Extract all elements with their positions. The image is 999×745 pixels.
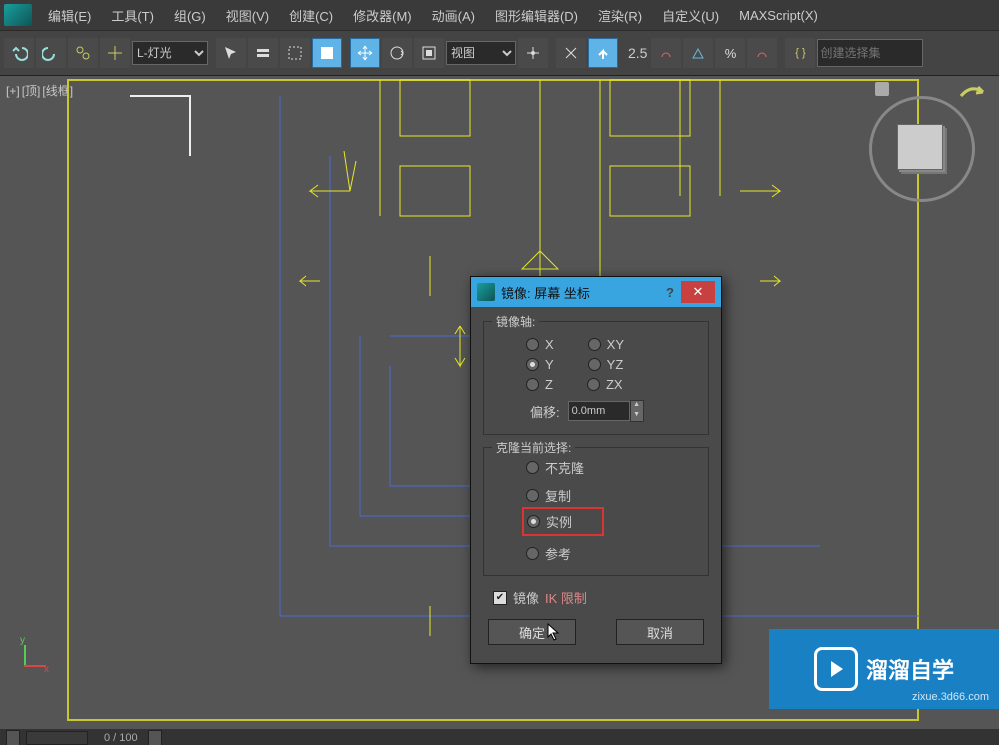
menu-group[interactable]: 组(G) (164, 2, 216, 29)
rotate-button[interactable] (382, 38, 412, 68)
axis-x-radio[interactable]: X (526, 337, 554, 352)
menu-tools[interactable]: 工具(T) (101, 2, 164, 29)
menu-graph[interactable]: 图形编辑器(D) (485, 2, 588, 29)
main-toolbar: L-灯光 视图 2.5 % { } (0, 31, 999, 76)
play-icon (814, 647, 858, 691)
percent-snap-button[interactable]: % (715, 38, 745, 68)
move-button[interactable] (350, 38, 380, 68)
coord-system[interactable]: 视图 (446, 41, 516, 65)
menu-anim[interactable]: 动画(A) (422, 2, 485, 29)
unlink-button[interactable] (100, 38, 130, 68)
dialog-titlebar[interactable]: 镜像: 屏幕 坐标 ? ✕ (471, 277, 721, 307)
link-button[interactable] (68, 38, 98, 68)
menu-render[interactable]: 渲染(R) (588, 2, 652, 29)
clone-group-label: 克隆当前选择: (492, 439, 575, 456)
help-button[interactable]: ? (659, 285, 681, 300)
mirror-dialog: 镜像: 屏幕 坐标 ? ✕ 镜像轴: X XY Y YZ Z ZX (470, 276, 722, 664)
axis-gizmo: yx (12, 639, 52, 679)
offset-label: 偏移: (530, 402, 560, 421)
menu-bar: 编辑(E) 工具(T) 组(G) 视图(V) 创建(C) 修改器(M) 动画(A… (0, 0, 999, 31)
menu-view[interactable]: 视图(V) (216, 2, 279, 29)
cursor-icon (547, 623, 561, 641)
offset-input[interactable] (568, 401, 630, 421)
scale-button[interactable] (414, 38, 444, 68)
select-button[interactable] (216, 38, 246, 68)
instance-highlight: 实例 (522, 507, 604, 536)
time-slider[interactable] (26, 731, 88, 745)
selection-set-input[interactable] (817, 39, 923, 67)
orbit-arrow-icon[interactable] (957, 82, 987, 102)
clone-copy-radio[interactable]: 复制 (526, 486, 696, 505)
scroll-left[interactable] (6, 730, 20, 745)
app-icon (477, 283, 495, 301)
snap-value: 2.5 (626, 45, 649, 61)
axis-yz-radio[interactable]: YZ (588, 357, 624, 372)
axis-xy-radio[interactable]: XY (588, 337, 624, 352)
snap-toggle-a[interactable] (651, 38, 681, 68)
mirror-axis-group: 镜像轴: X XY Y YZ Z ZX 偏移: ▲▼ (483, 321, 709, 435)
clone-none-radio[interactable]: 不克隆 (526, 458, 696, 477)
menu-create[interactable]: 创建(C) (279, 2, 343, 29)
mirror-ik-label-b: IK 限制 (545, 588, 587, 607)
lock-icon[interactable] (875, 82, 889, 96)
status-bar: 0 / 100 (0, 729, 999, 745)
menu-maxscript[interactable]: MAXScript(X) (729, 4, 828, 27)
select-region-button[interactable] (280, 38, 310, 68)
clone-group: 克隆当前选择: 不克隆 复制 实例 参考 (483, 447, 709, 576)
named-sel-button[interactable]: { } (785, 38, 815, 68)
mirror-ik-label-a: 镜像 (513, 588, 539, 607)
dialog-title: 镜像: 屏幕 坐标 (501, 283, 590, 302)
viewport[interactable]: [+][顶][线框] yx 溜溜自学 zixue.3d66.com (0, 76, 999, 729)
scroll-right[interactable] (148, 730, 162, 745)
keyboard-shortcut-button[interactable] (588, 38, 618, 68)
redo-button[interactable] (36, 38, 66, 68)
menu-edit[interactable]: 编辑(E) (38, 2, 101, 29)
clone-instance-radio[interactable]: 实例 (527, 512, 572, 531)
menu-modifier[interactable]: 修改器(M) (343, 2, 422, 29)
ok-button[interactable]: 确定 (488, 619, 576, 645)
axis-group-label: 镜像轴: (492, 313, 539, 330)
view-cube[interactable] (869, 96, 969, 196)
pivot-button[interactable] (518, 38, 548, 68)
axis-y-radio[interactable]: Y (526, 357, 554, 372)
manip-button[interactable] (556, 38, 586, 68)
clone-reference-radio[interactable]: 参考 (526, 544, 696, 563)
snap-toggle-b[interactable] (747, 38, 777, 68)
axis-z-radio[interactable]: Z (526, 377, 553, 392)
selection-filter[interactable]: L-灯光 (132, 41, 208, 65)
frame-counter: 0 / 100 (94, 732, 148, 744)
undo-button[interactable] (4, 38, 34, 68)
app-logo (4, 4, 32, 26)
cancel-button[interactable]: 取消 (616, 619, 704, 645)
watermark: 溜溜自学 zixue.3d66.com (769, 629, 999, 709)
offset-spinner[interactable]: ▲▼ (568, 400, 644, 422)
watermark-url: zixue.3d66.com (912, 691, 989, 703)
angle-snap-button[interactable] (683, 38, 713, 68)
select-name-button[interactable] (248, 38, 278, 68)
menu-custom[interactable]: 自定义(U) (652, 2, 729, 29)
close-button[interactable]: ✕ (681, 281, 715, 303)
axis-zx-radio[interactable]: ZX (587, 377, 623, 392)
watermark-brand: 溜溜自学 (866, 653, 954, 685)
mirror-ik-checkbox[interactable]: ✔ (493, 591, 507, 605)
window-crossing-button[interactable] (312, 38, 342, 68)
